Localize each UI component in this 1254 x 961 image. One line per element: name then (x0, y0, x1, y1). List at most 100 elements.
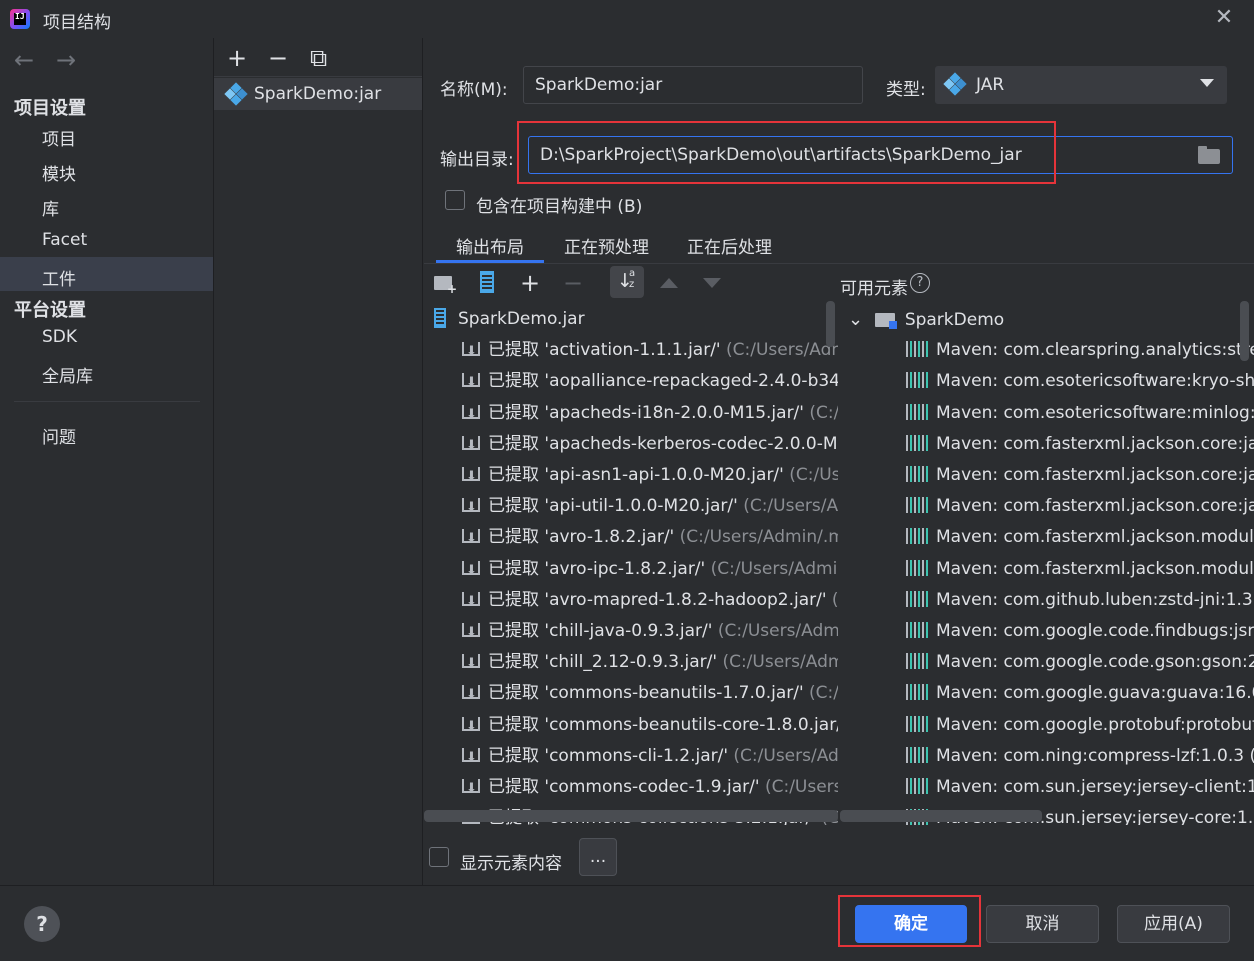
tab-output-layout[interactable]: 输出布局 (456, 233, 524, 258)
extract-prefix: 已提取 (488, 745, 545, 766)
available-library-item[interactable]: Maven: com.google.code.findbugs:jsr305:1… (906, 616, 1254, 647)
layout-item[interactable]: 已提取 'aopalliance-repackaged-2.4.0-b34.ja… (462, 366, 838, 398)
module-folder-icon (874, 310, 899, 329)
available-library-item[interactable]: Maven: com.esotericsoftware:minlog:1.3.0 (906, 398, 1254, 429)
available-library-item[interactable]: Maven: com.clearspring.analytics:stream:… (906, 335, 1254, 366)
library-icon (906, 715, 928, 732)
available-library-item[interactable]: Maven: com.fasterxml.jackson.core:jackso… (906, 429, 1254, 460)
extracted-archive-icon (462, 336, 482, 367)
remove-element-icon[interactable]: − (563, 271, 583, 295)
available-vertical-scrollbar[interactable] (1240, 301, 1249, 361)
available-library-item[interactable]: Maven: com.fasterxml.jackson.core:jackso… (906, 491, 1254, 522)
layout-root-jar[interactable]: SparkDemo.jar (434, 304, 585, 335)
show-content-checkbox[interactable] (429, 847, 449, 867)
create-directory-icon[interactable]: + (434, 273, 457, 296)
include-in-build-checkbox[interactable] (445, 190, 465, 210)
chevron-down-icon[interactable]: ⌄ (848, 309, 869, 330)
tabs-divider (424, 263, 1254, 264)
layout-item[interactable]: 已提取 'avro-1.8.2.jar/' (C:/Users/Admin/.m… (462, 522, 838, 554)
layout-item[interactable]: 已提取 'apacheds-kerberos-codec-2.0.0-M15 (462, 429, 838, 461)
forward-arrow-icon[interactable]: → (56, 46, 76, 74)
available-library-item[interactable]: Maven: com.google.protobuf:protobuf-java… (906, 710, 1254, 741)
available-library-item[interactable]: Maven: com.esotericsoftware:kryo-shaded:… (906, 366, 1254, 397)
layout-item-name: 'commons-beanutils-core-1.8.0.jar/' (544, 714, 838, 735)
layout-item[interactable]: 已提取 'commons-cli-1.2.jar/' (C:/Users/Adm (462, 741, 838, 773)
close-icon[interactable]: ✕ (1210, 4, 1238, 32)
move-down-icon[interactable] (703, 278, 721, 288)
nav-item-global-libraries[interactable]: 全局库 (42, 362, 93, 387)
artifact-item-label[interactable]: SparkDemo:jar (254, 84, 381, 104)
apply-button[interactable]: 应用(A) (1117, 905, 1230, 943)
remove-artifact-icon[interactable]: − (268, 46, 288, 70)
extract-prefix: 已提取 (488, 433, 545, 454)
nav-item-facets[interactable]: Facet (42, 230, 87, 250)
library-icon (906, 372, 928, 389)
browse-folder-icon[interactable] (1198, 146, 1222, 164)
nav-item-libraries[interactable]: 库 (42, 195, 59, 220)
back-arrow-icon[interactable]: ← (14, 46, 34, 74)
nav-item-artifacts[interactable]: 工件 (42, 265, 76, 290)
available-horizontal-scrollbar[interactable] (840, 810, 1042, 822)
layout-item[interactable]: 已提取 'chill_2.12-0.9.3.jar/' (C:/Users/Ad… (462, 647, 838, 679)
available-library-item[interactable]: Maven: com.ning:compress-lzf:1.0.3 (项目库) (906, 741, 1254, 772)
layout-item[interactable]: 已提取 'activation-1.1.1.jar/' (C:/Users/Ad… (462, 335, 838, 367)
layout-item[interactable]: 已提取 'chill-java-0.9.3.jar/' (C:/Users/Ad… (462, 616, 838, 648)
layout-item[interactable]: 已提取 'commons-beanutils-core-1.8.0.jar/' (462, 710, 838, 742)
layout-item[interactable]: 已提取 'avro-mapred-1.8.2-hadoop2.jar/' (C:… (462, 585, 838, 617)
cancel-button[interactable]: 取消 (986, 905, 1099, 943)
help-circle-icon[interactable]: ? (910, 273, 930, 293)
layout-item[interactable]: 已提取 'apacheds-i18n-2.0.0-M15.jar/' (C:/U… (462, 398, 838, 430)
layout-item-name: 'api-util-1.0.0-M20.jar/' (544, 496, 744, 517)
layout-item-path: (C:/Users/Adm (743, 496, 838, 517)
layout-item[interactable]: 已提取 'avro-ipc-1.8.2.jar/' (C:/Users/Admi… (462, 554, 838, 586)
library-icon (906, 590, 928, 607)
library-icon (906, 684, 928, 701)
available-library-item[interactable]: Maven: com.google.guava:guava:16.0.1 (906, 678, 1254, 709)
available-root-module[interactable]: ⌄ SparkDemo (848, 304, 1004, 335)
available-library-item[interactable]: Maven: com.github.luben:zstd-jni:1.3.2-2 (906, 585, 1254, 616)
nav-item-project[interactable]: 项目 (42, 125, 76, 150)
extracted-archive-icon (462, 430, 482, 461)
jar-artifact-icon (224, 82, 248, 109)
create-archive-icon[interactable] (480, 271, 494, 293)
name-field[interactable]: SparkDemo:jar (523, 66, 863, 104)
available-library-item[interactable]: Maven: com.google.code.gson:gson:2.2.4 (906, 647, 1254, 678)
available-library-item[interactable]: Maven: com.sun.jersey:jersey-client:1.9 (906, 772, 1254, 803)
layout-item-path: (C:/Users/Admin/ (717, 621, 838, 641)
nav-item-sdk[interactable]: SDK (42, 327, 77, 347)
nav-selection-highlight (0, 257, 213, 291)
tab-post-processing[interactable]: 正在后处理 (687, 233, 772, 258)
library-icon (906, 746, 928, 763)
add-artifact-icon[interactable]: + (227, 46, 247, 70)
layout-item-path: (C:/Users/Admin/ (722, 652, 838, 673)
output-dir-label: 输出目录: (440, 150, 514, 170)
available-library-item[interactable]: Maven: com.fasterxml.jackson.module:jack… (906, 522, 1254, 553)
sort-elements-button[interactable]: ↓ az (610, 266, 644, 298)
nav-item-modules[interactable]: 模块 (42, 160, 76, 185)
copy-artifact-icon[interactable]: ⧉ (310, 46, 327, 70)
available-library-item[interactable]: Maven: com.fasterxml.jackson.core:jackso… (906, 460, 1254, 491)
chevron-down-icon[interactable] (1200, 79, 1214, 87)
ellipsis-button[interactable]: ... (579, 838, 617, 876)
library-label: Maven: com.clearspring.analytics:stream:… (936, 340, 1254, 361)
layout-horizontal-scrollbar[interactable] (424, 810, 838, 822)
library-icon (906, 466, 928, 482)
layout-item[interactable]: 已提取 'api-util-1.0.0-M20.jar/' (C:/Users/… (462, 491, 838, 523)
layout-vertical-scrollbar[interactable] (826, 301, 835, 347)
layout-item-path: (C:/Users/A (764, 777, 838, 797)
available-library-item[interactable]: Maven: com.fasterxml.jackson.module:jack… (906, 554, 1254, 585)
help-icon[interactable]: ? (24, 906, 60, 942)
tab-pre-processing[interactable]: 正在预处理 (564, 233, 649, 258)
layout-item[interactable]: 已提取 'commons-codec-1.9.jar/' (C:/Users/A (462, 772, 838, 804)
layout-item-name: 'commons-beanutils-1.7.0.jar/' (544, 683, 810, 704)
output-layout-tree: SparkDemo.jar 已提取 'activation-1.1.1.jar/'… (424, 301, 838, 825)
type-select[interactable]: JAR (935, 66, 1227, 104)
move-up-icon[interactable] (660, 278, 678, 288)
extract-prefix: 已提取 (488, 652, 545, 673)
add-element-icon[interactable]: + (520, 271, 540, 295)
layout-item[interactable]: 已提取 'api-asn1-api-1.0.0-M20.jar/' (C:/Us… (462, 460, 838, 492)
extracted-archive-icon (462, 399, 482, 430)
layout-item[interactable]: 已提取 'commons-beanutils-1.7.0.jar/' (C:/U… (462, 678, 838, 710)
nav-item-problems[interactable]: 问题 (42, 423, 76, 448)
library-icon (906, 403, 928, 420)
